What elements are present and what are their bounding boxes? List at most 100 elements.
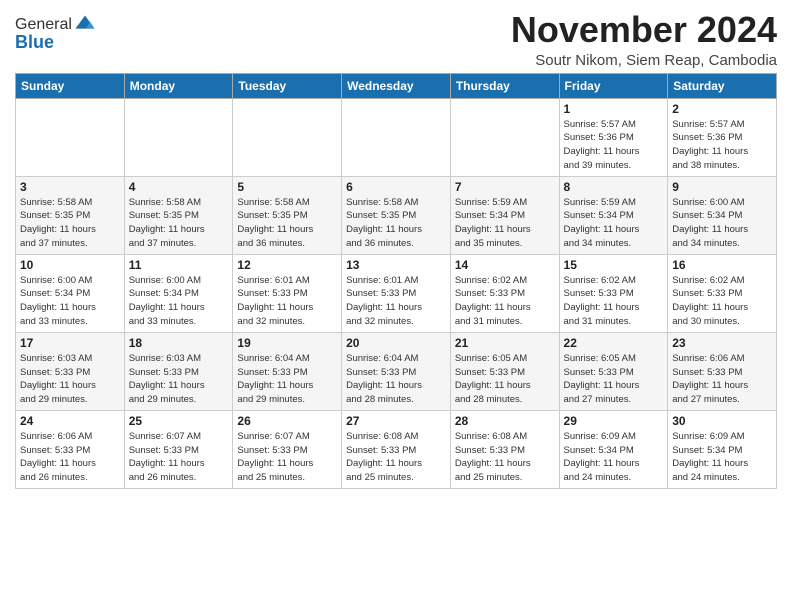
calendar-cell: 13 Sunrise: 6:01 AM Sunset: 5:33 PM Dayli… [342,254,451,332]
calendar-week-row: 1 Sunrise: 5:57 AM Sunset: 5:36 PM Daylig… [16,98,777,176]
calendar-cell: 3 Sunrise: 5:58 AM Sunset: 5:35 PM Daylig… [16,176,125,254]
calendar-cell: 27Sunrise: 6:08 AM Sunset: 5:33 PM Dayli… [342,410,451,488]
calendar-cell: 15Sunrise: 6:02 AM Sunset: 5:33 PM Dayli… [559,254,668,332]
calendar-cell: 19 Sunrise: 6:04 AM Sunset: 5:33 PM Dayli… [233,332,342,410]
day-number: 17 [20,336,120,350]
day-info: Sunrise: 6:08 AM Sunset: 5:33 PM Dayligh… [455,430,555,485]
calendar-cell: 5 Sunrise: 5:58 AM Sunset: 5:35 PM Daylig… [233,176,342,254]
day-number: 4 [129,180,229,194]
title-block: November 2024 Soutr Nikom, Siem Reap, Ca… [511,10,777,69]
day-info: Sunrise: 6:04 AM Sunset: 5:33 PM Dayligh… [346,352,446,407]
day-info: Sunrise: 6:06 AM Sunset: 5:33 PM Dayligh… [672,352,772,407]
weekday-header: Wednesday [342,73,451,98]
day-number: 24 [20,414,120,428]
calendar-week-row: 3 Sunrise: 5:58 AM Sunset: 5:35 PM Daylig… [16,176,777,254]
calendar-cell [16,98,125,176]
day-info: Sunrise: 5:59 AM Sunset: 5:34 PM Dayligh… [564,196,664,251]
day-number: 14 [455,258,555,272]
calendar-cell: 22Sunrise: 6:05 AM Sunset: 5:33 PM Dayli… [559,332,668,410]
calendar-cell: 9 Sunrise: 6:00 AM Sunset: 5:34 PM Daylig… [668,176,777,254]
day-number: 16 [672,258,772,272]
calendar-cell: 24 Sunrise: 6:06 AM Sunset: 5:33 PM Dayli… [16,410,125,488]
calendar-cell: 30 Sunrise: 6:09 AM Sunset: 5:34 PM Dayli… [668,410,777,488]
day-number: 5 [237,180,337,194]
day-number: 21 [455,336,555,350]
day-info: Sunrise: 6:00 AM Sunset: 5:34 PM Dayligh… [129,274,229,329]
day-info: Sunrise: 6:09 AM Sunset: 5:34 PM Dayligh… [564,430,664,485]
calendar-cell: 8 Sunrise: 5:59 AM Sunset: 5:34 PM Daylig… [559,176,668,254]
day-number: 23 [672,336,772,350]
weekday-header: Monday [124,73,233,98]
day-info: Sunrise: 6:02 AM Sunset: 5:33 PM Dayligh… [455,274,555,329]
calendar-cell: 2 Sunrise: 5:57 AM Sunset: 5:36 PM Daylig… [668,98,777,176]
day-info: Sunrise: 5:59 AM Sunset: 5:34 PM Dayligh… [455,196,555,251]
day-info: Sunrise: 6:07 AM Sunset: 5:33 PM Dayligh… [237,430,337,485]
day-number: 28 [455,414,555,428]
page-container: General Blue November 2024 Soutr Nikom, … [0,0,792,494]
day-info: Sunrise: 5:57 AM Sunset: 5:36 PM Dayligh… [672,118,772,173]
day-number: 11 [129,258,229,272]
day-info: Sunrise: 6:06 AM Sunset: 5:33 PM Dayligh… [20,430,120,485]
calendar-cell [342,98,451,176]
weekday-header-row: SundayMondayTuesdayWednesdayThursdayFrid… [16,73,777,98]
day-number: 27 [346,414,446,428]
day-number: 29 [564,414,664,428]
location-subtitle: Soutr Nikom, Siem Reap, Cambodia [511,52,777,69]
logo-icon [74,14,96,36]
calendar-cell: 1 Sunrise: 5:57 AM Sunset: 5:36 PM Daylig… [559,98,668,176]
day-info: Sunrise: 6:03 AM Sunset: 5:33 PM Dayligh… [20,352,120,407]
calendar-week-row: 24 Sunrise: 6:06 AM Sunset: 5:33 PM Dayli… [16,410,777,488]
calendar-cell: 16 Sunrise: 6:02 AM Sunset: 5:33 PM Dayli… [668,254,777,332]
weekday-header: Sunday [16,73,125,98]
day-number: 25 [129,414,229,428]
calendar-cell: 20Sunrise: 6:04 AM Sunset: 5:33 PM Dayli… [342,332,451,410]
day-info: Sunrise: 6:04 AM Sunset: 5:33 PM Dayligh… [237,352,337,407]
day-info: Sunrise: 6:02 AM Sunset: 5:33 PM Dayligh… [672,274,772,329]
calendar-cell: 6 Sunrise: 5:58 AM Sunset: 5:35 PM Daylig… [342,176,451,254]
day-number: 1 [564,102,664,116]
day-number: 19 [237,336,337,350]
calendar-cell: 7 Sunrise: 5:59 AM Sunset: 5:34 PM Daylig… [450,176,559,254]
calendar-cell [233,98,342,176]
day-info: Sunrise: 6:07 AM Sunset: 5:33 PM Dayligh… [129,430,229,485]
day-number: 8 [564,180,664,194]
day-info: Sunrise: 5:58 AM Sunset: 5:35 PM Dayligh… [237,196,337,251]
calendar-cell: 14 Sunrise: 6:02 AM Sunset: 5:33 PM Dayli… [450,254,559,332]
day-number: 22 [564,336,664,350]
day-number: 13 [346,258,446,272]
calendar-cell: 29 Sunrise: 6:09 AM Sunset: 5:34 PM Dayli… [559,410,668,488]
weekday-header: Saturday [668,73,777,98]
calendar-cell: 25 Sunrise: 6:07 AM Sunset: 5:33 PM Dayli… [124,410,233,488]
day-info: Sunrise: 6:00 AM Sunset: 5:34 PM Dayligh… [672,196,772,251]
day-info: Sunrise: 6:09 AM Sunset: 5:34 PM Dayligh… [672,430,772,485]
day-info: Sunrise: 5:58 AM Sunset: 5:35 PM Dayligh… [20,196,120,251]
calendar-week-row: 17 Sunrise: 6:03 AM Sunset: 5:33 PM Dayli… [16,332,777,410]
day-number: 3 [20,180,120,194]
day-number: 6 [346,180,446,194]
logo: General Blue [15,14,96,53]
day-number: 12 [237,258,337,272]
weekday-header: Thursday [450,73,559,98]
calendar-cell: 10Sunrise: 6:00 AM Sunset: 5:34 PM Dayli… [16,254,125,332]
day-number: 30 [672,414,772,428]
calendar-cell [124,98,233,176]
calendar-cell: 11 Sunrise: 6:00 AM Sunset: 5:34 PM Dayli… [124,254,233,332]
day-number: 9 [672,180,772,194]
day-info: Sunrise: 6:03 AM Sunset: 5:33 PM Dayligh… [129,352,229,407]
day-info: Sunrise: 6:05 AM Sunset: 5:33 PM Dayligh… [455,352,555,407]
calendar-cell: 18Sunrise: 6:03 AM Sunset: 5:33 PM Dayli… [124,332,233,410]
day-number: 7 [455,180,555,194]
day-info: Sunrise: 5:58 AM Sunset: 5:35 PM Dayligh… [346,196,446,251]
day-number: 15 [564,258,664,272]
calendar-cell: 17 Sunrise: 6:03 AM Sunset: 5:33 PM Dayli… [16,332,125,410]
day-number: 2 [672,102,772,116]
day-info: Sunrise: 6:01 AM Sunset: 5:33 PM Dayligh… [346,274,446,329]
day-info: Sunrise: 6:01 AM Sunset: 5:33 PM Dayligh… [237,274,337,329]
day-info: Sunrise: 6:00 AM Sunset: 5:34 PM Dayligh… [20,274,120,329]
calendar-cell: 26 Sunrise: 6:07 AM Sunset: 5:33 PM Dayli… [233,410,342,488]
day-info: Sunrise: 5:58 AM Sunset: 5:35 PM Dayligh… [129,196,229,251]
day-info: Sunrise: 5:57 AM Sunset: 5:36 PM Dayligh… [564,118,664,173]
calendar-cell: 21 Sunrise: 6:05 AM Sunset: 5:33 PM Dayli… [450,332,559,410]
day-number: 26 [237,414,337,428]
month-title: November 2024 [511,10,777,50]
